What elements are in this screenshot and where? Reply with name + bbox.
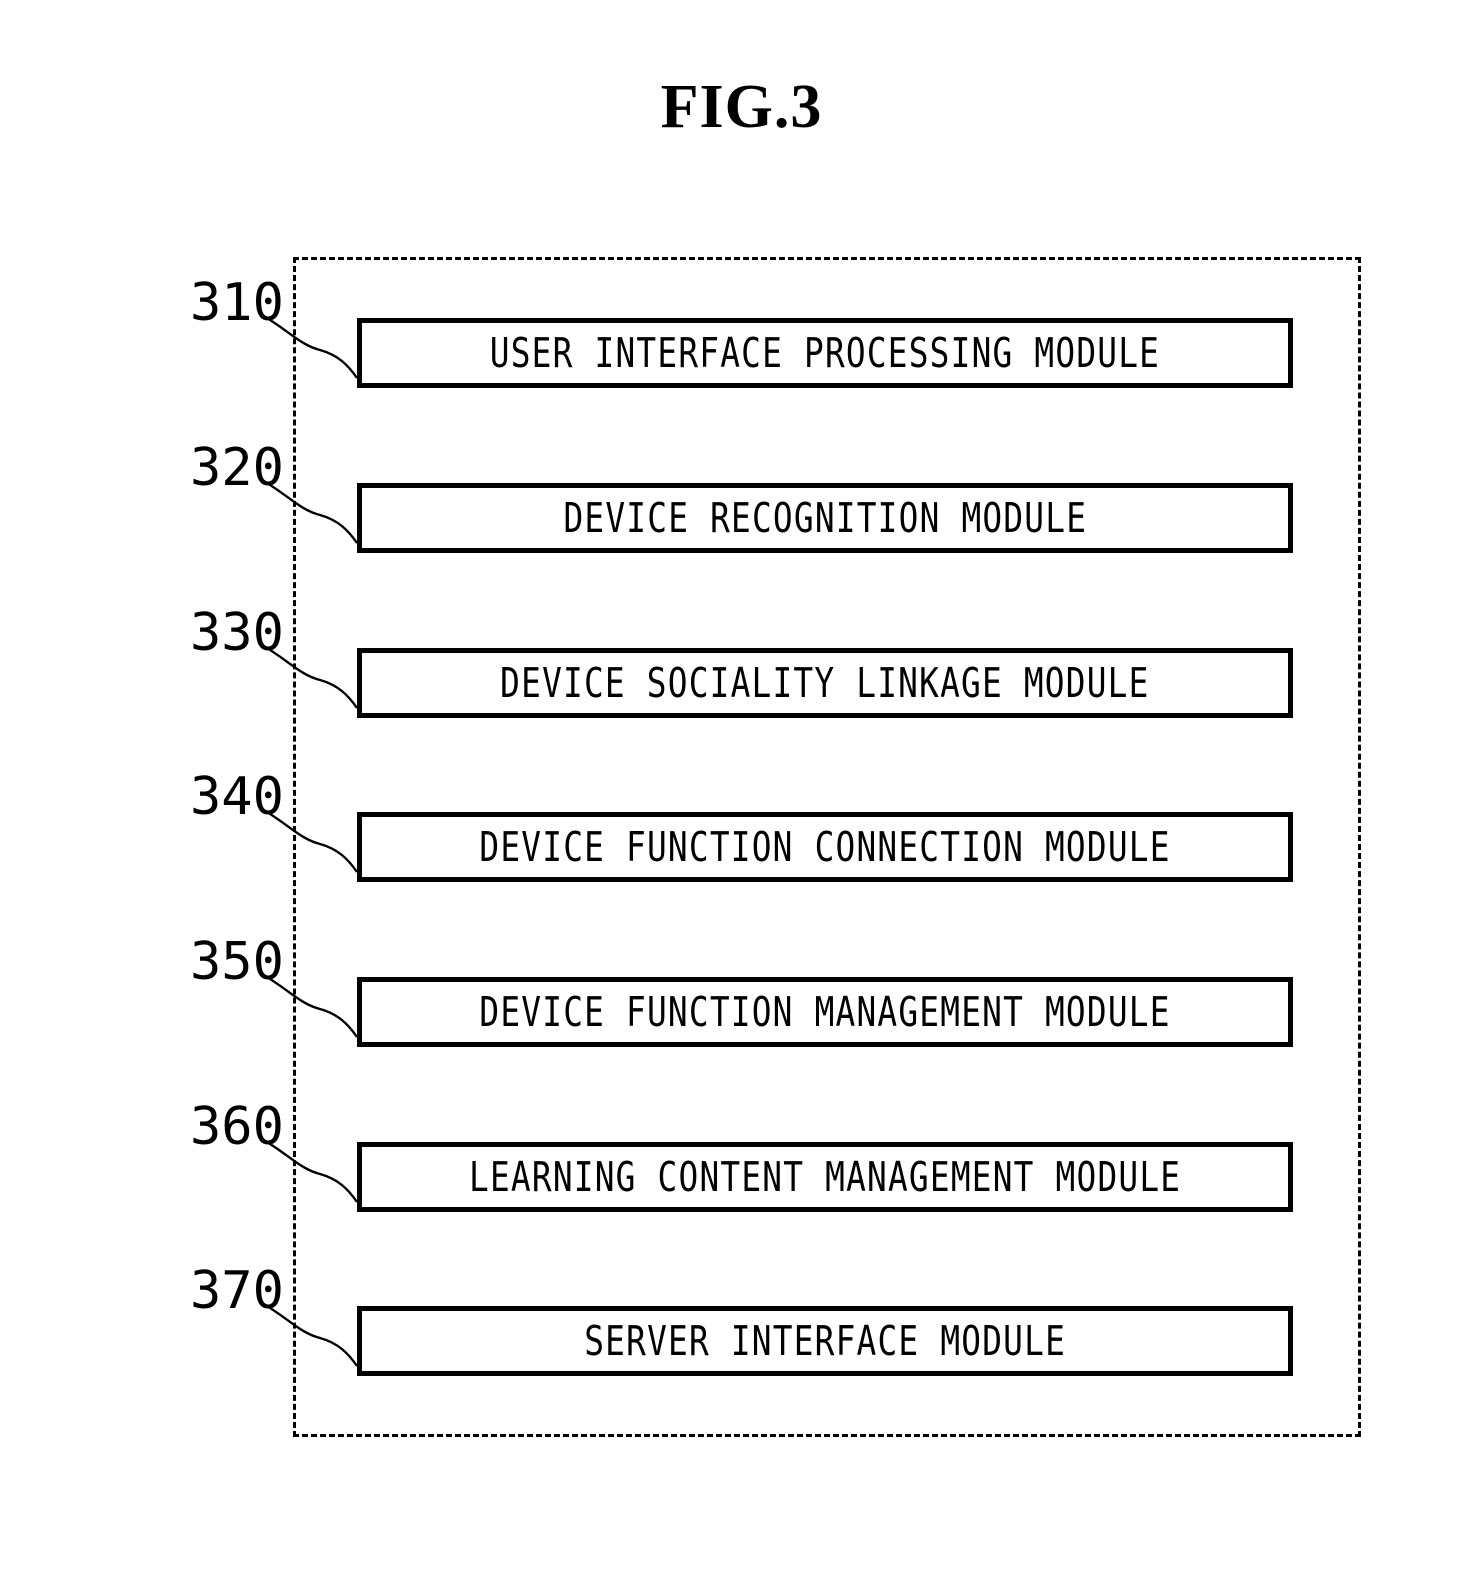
reference-numeral-360: 360 bbox=[190, 1097, 284, 1157]
module-label-360: LEARNING CONTENT MANAGEMENT MODULE bbox=[468, 1152, 1182, 1201]
module-label-350: DEVICE FUNCTION MANAGEMENT MODULE bbox=[479, 987, 1171, 1036]
module-box-330[interactable]: DEVICE SOCIALITY LINKAGE MODULE bbox=[357, 648, 1293, 718]
module-box-370[interactable]: SERVER INTERFACE MODULE bbox=[357, 1306, 1293, 1376]
module-label-320: DEVICE RECOGNITION MODULE bbox=[563, 493, 1087, 542]
module-box-310[interactable]: USER INTERFACE PROCESSING MODULE bbox=[357, 318, 1293, 388]
reference-numeral-320: 320 bbox=[190, 438, 284, 498]
module-label-310: USER INTERFACE PROCESSING MODULE bbox=[489, 328, 1161, 377]
figure-title: FIG.3 bbox=[660, 73, 823, 141]
patent-figure: FIG.3 USER INTERFACE PROCESSING MODULE 3… bbox=[0, 0, 1483, 1589]
module-box-320[interactable]: DEVICE RECOGNITION MODULE bbox=[357, 483, 1293, 553]
reference-numeral-350: 350 bbox=[190, 932, 284, 992]
reference-numeral-330: 330 bbox=[190, 603, 284, 663]
module-box-340[interactable]: DEVICE FUNCTION CONNECTION MODULE bbox=[357, 812, 1293, 882]
reference-numeral-370: 370 bbox=[190, 1261, 284, 1321]
module-label-330: DEVICE SOCIALITY LINKAGE MODULE bbox=[500, 658, 1150, 707]
reference-numeral-340: 340 bbox=[190, 767, 284, 827]
reference-numeral-310: 310 bbox=[190, 273, 284, 333]
module-label-340: DEVICE FUNCTION CONNECTION MODULE bbox=[479, 822, 1171, 871]
module-label-370: SERVER INTERFACE MODULE bbox=[584, 1316, 1066, 1365]
module-box-360[interactable]: LEARNING CONTENT MANAGEMENT MODULE bbox=[357, 1142, 1293, 1212]
module-box-350[interactable]: DEVICE FUNCTION MANAGEMENT MODULE bbox=[357, 977, 1293, 1047]
